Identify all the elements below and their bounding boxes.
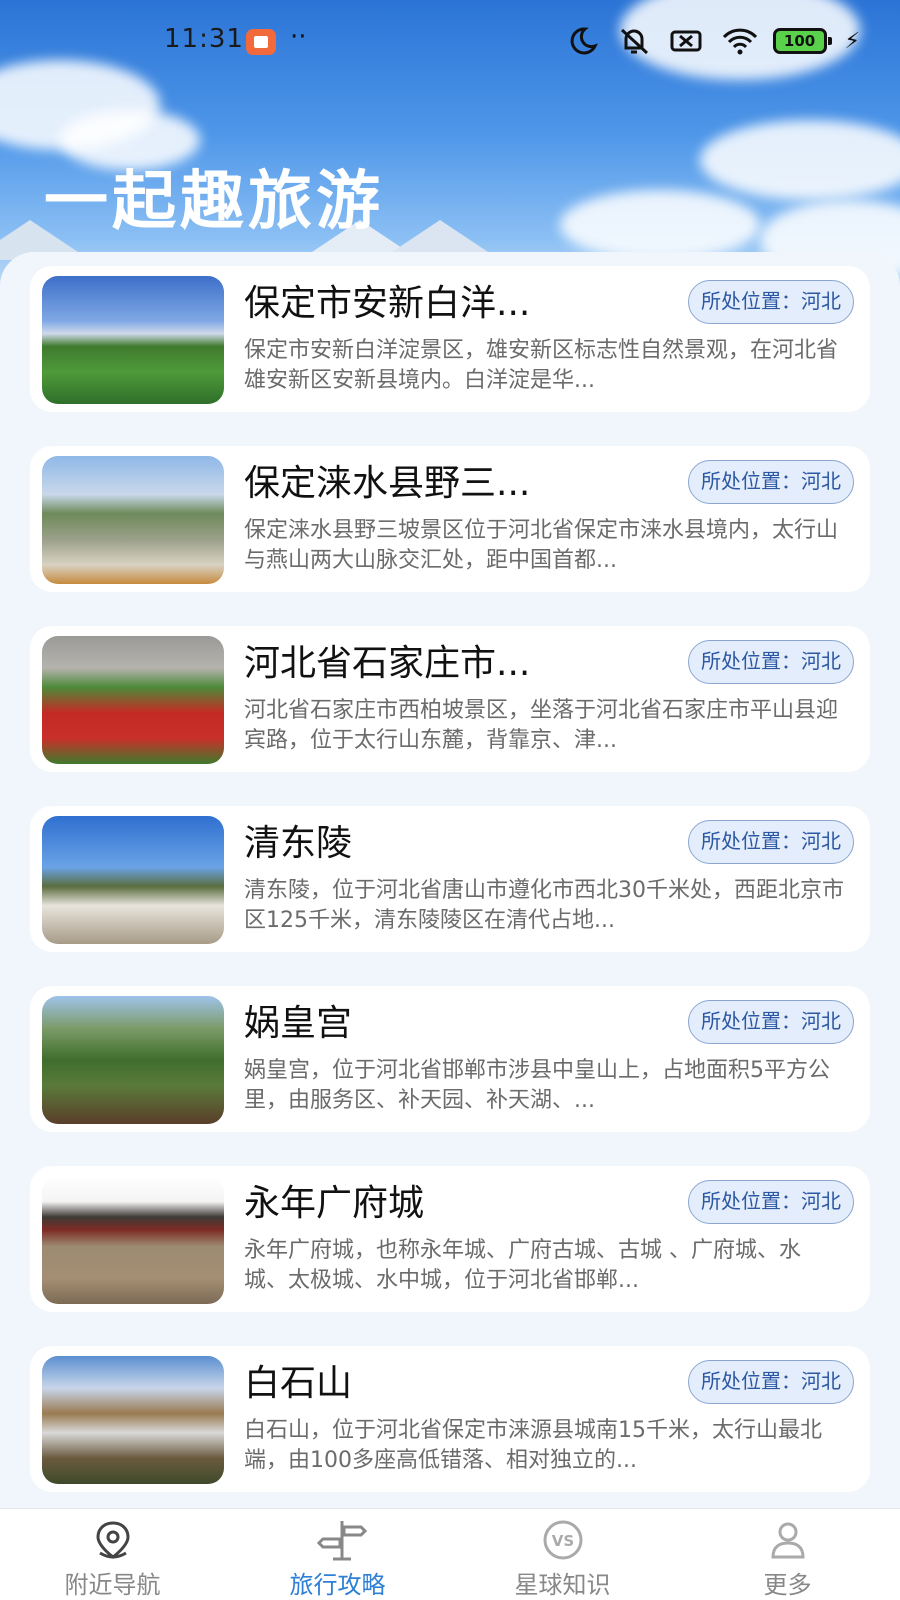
spot-title: 永年广府城 (244, 1183, 425, 1224)
spot-description: 河北省石家庄市西柏坡景区，坐落于河北省石家庄市平山县迎宾路，位于太行山东麓，背靠… (244, 698, 839, 753)
spot-description: 清东陵，位于河北省唐山市遵化市西北30千米处，西距北京市区125千米，清东陵陵区… (244, 878, 844, 933)
spot-card[interactable]: 清东陵 所处位置：河北 清东陵，位于河北省唐山市遵化市西北30千米处，西距北京市… (30, 806, 870, 952)
spot-title: 河北省石家庄市... (244, 643, 531, 684)
location-badge: 所处位置：河北 (688, 1000, 854, 1044)
spot-description: 保定涞水县野三坡景区位于河北省保定市涞水县境内，太行山与燕山两大山脉交汇处，距中… (244, 518, 839, 573)
page-title: 一起趣旅游 (44, 165, 384, 239)
vs-icon: VS (542, 1519, 584, 1561)
map-pin-icon (92, 1519, 134, 1561)
tab-nearby-navigation[interactable]: 附近导航 (0, 1509, 225, 1600)
spot-title: 保定市安新白洋... (244, 283, 531, 324)
spot-card[interactable]: 保定市安新白洋... 所处位置：河北 保定市安新白洋淀景区，雄安新区标志性自然景… (30, 266, 870, 412)
spot-image-baishishan (42, 1356, 224, 1484)
spot-image-yesanpo (42, 456, 224, 584)
tab-planet-knowledge[interactable]: VS 星球知识 (450, 1509, 675, 1600)
mute-bell-icon (617, 26, 651, 56)
spot-description: 白石山，位于河北省保定市涞源县城南15千米，太行山最北端，由100多座高低错落、… (244, 1418, 822, 1473)
more-notifications-dots: ·· (290, 22, 307, 52)
spot-card[interactable]: 河北省石家庄市... 所处位置：河北 河北省石家庄市西柏坡景区，坐落于河北省石家… (30, 626, 870, 772)
location-badge: 所处位置：河北 (688, 460, 854, 504)
spot-image-xibaipo (42, 636, 224, 764)
location-badge: 所处位置：河北 (688, 280, 854, 324)
location-badge: 所处位置：河北 (688, 1180, 854, 1224)
location-badge: 所处位置：河北 (688, 640, 854, 684)
spot-description: 娲皇宫，位于河北省邯郸市涉县中皇山上，占地面积5平方公里，由服务区、补天园、补天… (244, 1058, 830, 1113)
cloud-decoration (700, 120, 900, 200)
wifi-icon (721, 26, 757, 56)
moon-icon (565, 26, 599, 56)
tab-label: 星球知识 (514, 1571, 611, 1599)
tab-travel-guide[interactable]: 旅行攻略 (225, 1509, 450, 1600)
spot-title: 清东陵 (244, 823, 353, 864)
spot-image-lotus-lake (42, 276, 224, 404)
user-icon (767, 1519, 809, 1561)
spot-card[interactable]: 白石山 所处位置：河北 白石山，位于河北省保定市涞源县城南15千米，太行山最北端… (30, 1346, 870, 1492)
signpost-icon (316, 1519, 367, 1561)
location-badge: 所处位置：河北 (688, 1360, 854, 1404)
status-icons: 100 ⚡ (565, 26, 860, 56)
bottom-tab-bar: 附近导航 旅行攻略 VS 星球知识 更多 (0, 1508, 900, 1600)
spot-card[interactable]: 永年广府城 所处位置：河北 永年广府城，也称永年城、广府古城、古城 、广府城、水… (30, 1166, 870, 1312)
no-sim-icon (669, 26, 703, 56)
tab-more[interactable]: 更多 (675, 1509, 900, 1600)
spot-title: 保定涞水县野三... (244, 463, 531, 504)
spot-list[interactable]: 保定市安新白洋... 所处位置：河北 保定市安新白洋淀景区，雄安新区标志性自然景… (0, 252, 900, 1512)
spot-image-wahuanggong (42, 996, 224, 1124)
svg-text:VS: VS (551, 1532, 573, 1550)
spot-description: 保定市安新白洋淀景区，雄安新区标志性自然景观，在河北省雄安新区安新县境内。白洋淀… (244, 338, 839, 393)
battery-indicator: 100 (772, 28, 832, 54)
spot-title: 娲皇宫 (244, 1003, 353, 1044)
status-time: 11:31 (164, 24, 244, 54)
spot-title: 白石山 (244, 1363, 353, 1404)
notification-app-icon (246, 29, 276, 55)
charging-icon: ⚡ (844, 28, 860, 54)
tab-label: 附近导航 (64, 1571, 161, 1599)
spot-image-qingdongling (42, 816, 224, 944)
tab-label: 旅行攻略 (289, 1571, 386, 1599)
cloud-decoration (560, 190, 760, 260)
spot-card[interactable]: 娲皇宫 所处位置：河北 娲皇宫，位于河北省邯郸市涉县中皇山上，占地面积5平方公里… (30, 986, 870, 1132)
status-bar: 11:31 ·· 100 ⚡ (0, 0, 900, 84)
spot-card[interactable]: 保定涞水县野三... 所处位置：河北 保定涞水县野三坡景区位于河北省保定市涞水县… (30, 446, 870, 592)
tab-label: 更多 (763, 1571, 812, 1599)
location-badge: 所处位置：河北 (688, 820, 854, 864)
spot-image-guangfu-city (42, 1176, 224, 1304)
spot-description: 永年广府城，也称永年城、广府古城、古城 、广府城、水城、太极城、水中城，位于河北… (244, 1238, 801, 1293)
